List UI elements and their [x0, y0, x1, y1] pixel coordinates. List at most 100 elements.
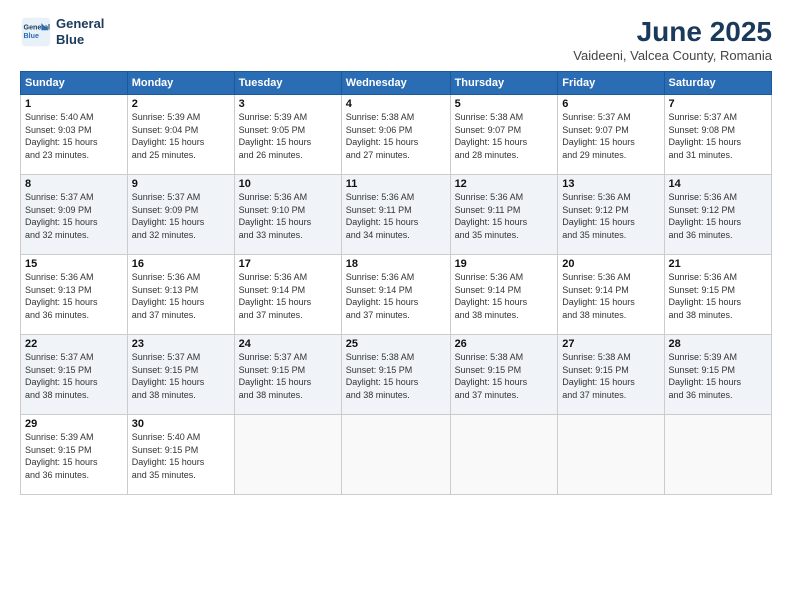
day-info: Sunrise: 5:40 AM Sunset: 9:03 PM Dayligh…	[25, 111, 123, 161]
day-info: Sunrise: 5:38 AM Sunset: 9:15 PM Dayligh…	[346, 351, 446, 401]
table-row: 7Sunrise: 5:37 AM Sunset: 9:08 PM Daylig…	[664, 95, 771, 175]
day-info: Sunrise: 5:37 AM Sunset: 9:09 PM Dayligh…	[25, 191, 123, 241]
table-row: 24Sunrise: 5:37 AM Sunset: 9:15 PM Dayli…	[234, 335, 341, 415]
day-info: Sunrise: 5:36 AM Sunset: 9:14 PM Dayligh…	[239, 271, 337, 321]
subtitle: Vaideeni, Valcea County, Romania	[573, 48, 772, 63]
day-number: 19	[455, 258, 554, 270]
table-row: 4Sunrise: 5:38 AM Sunset: 9:06 PM Daylig…	[341, 95, 450, 175]
table-row: 8Sunrise: 5:37 AM Sunset: 9:09 PM Daylig…	[21, 175, 128, 255]
table-row: 29Sunrise: 5:39 AM Sunset: 9:15 PM Dayli…	[21, 415, 128, 495]
day-info: Sunrise: 5:36 AM Sunset: 9:14 PM Dayligh…	[455, 271, 554, 321]
day-number: 25	[346, 338, 446, 350]
day-number: 1	[25, 98, 123, 110]
table-row: 21Sunrise: 5:36 AM Sunset: 9:15 PM Dayli…	[664, 255, 771, 335]
calendar-week-row: 8Sunrise: 5:37 AM Sunset: 9:09 PM Daylig…	[21, 175, 772, 255]
day-number: 6	[562, 98, 659, 110]
weekday-header-row: Sunday Monday Tuesday Wednesday Thursday…	[21, 72, 772, 95]
day-info: Sunrise: 5:36 AM Sunset: 9:11 PM Dayligh…	[455, 191, 554, 241]
col-wednesday: Wednesday	[341, 72, 450, 95]
day-number: 22	[25, 338, 123, 350]
table-row: 13Sunrise: 5:36 AM Sunset: 9:12 PM Dayli…	[558, 175, 664, 255]
day-number: 12	[455, 178, 554, 190]
day-info: Sunrise: 5:40 AM Sunset: 9:15 PM Dayligh…	[132, 431, 230, 481]
day-number: 23	[132, 338, 230, 350]
table-row: 17Sunrise: 5:36 AM Sunset: 9:14 PM Dayli…	[234, 255, 341, 335]
day-info: Sunrise: 5:37 AM Sunset: 9:07 PM Dayligh…	[562, 111, 659, 161]
day-number: 26	[455, 338, 554, 350]
day-info: Sunrise: 5:38 AM Sunset: 9:07 PM Dayligh…	[455, 111, 554, 161]
col-thursday: Thursday	[450, 72, 558, 95]
day-info: Sunrise: 5:37 AM Sunset: 9:08 PM Dayligh…	[669, 111, 767, 161]
table-row: 11Sunrise: 5:36 AM Sunset: 9:11 PM Dayli…	[341, 175, 450, 255]
logo-text: General Blue	[56, 16, 104, 47]
header: General Blue General Blue June 2025 Vaid…	[20, 16, 772, 63]
day-number: 2	[132, 98, 230, 110]
day-number: 20	[562, 258, 659, 270]
svg-text:Blue: Blue	[24, 32, 39, 40]
table-row: 6Sunrise: 5:37 AM Sunset: 9:07 PM Daylig…	[558, 95, 664, 175]
day-info: Sunrise: 5:36 AM Sunset: 9:14 PM Dayligh…	[562, 271, 659, 321]
table-row: 19Sunrise: 5:36 AM Sunset: 9:14 PM Dayli…	[450, 255, 558, 335]
table-row: 28Sunrise: 5:39 AM Sunset: 9:15 PM Dayli…	[664, 335, 771, 415]
day-info: Sunrise: 5:37 AM Sunset: 9:15 PM Dayligh…	[239, 351, 337, 401]
logo: General Blue General Blue	[20, 16, 104, 48]
table-row	[558, 415, 664, 495]
day-info: Sunrise: 5:36 AM Sunset: 9:12 PM Dayligh…	[562, 191, 659, 241]
table-row: 14Sunrise: 5:36 AM Sunset: 9:12 PM Dayli…	[664, 175, 771, 255]
table-row: 10Sunrise: 5:36 AM Sunset: 9:10 PM Dayli…	[234, 175, 341, 255]
day-number: 3	[239, 98, 337, 110]
day-number: 13	[562, 178, 659, 190]
day-info: Sunrise: 5:36 AM Sunset: 9:10 PM Dayligh…	[239, 191, 337, 241]
day-info: Sunrise: 5:36 AM Sunset: 9:12 PM Dayligh…	[669, 191, 767, 241]
table-row: 2Sunrise: 5:39 AM Sunset: 9:04 PM Daylig…	[127, 95, 234, 175]
main-title: June 2025	[573, 16, 772, 48]
day-info: Sunrise: 5:38 AM Sunset: 9:15 PM Dayligh…	[455, 351, 554, 401]
table-row: 27Sunrise: 5:38 AM Sunset: 9:15 PM Dayli…	[558, 335, 664, 415]
calendar-table: Sunday Monday Tuesday Wednesday Thursday…	[20, 71, 772, 495]
day-number: 16	[132, 258, 230, 270]
table-row: 23Sunrise: 5:37 AM Sunset: 9:15 PM Dayli…	[127, 335, 234, 415]
day-number: 30	[132, 418, 230, 430]
day-number: 17	[239, 258, 337, 270]
col-friday: Friday	[558, 72, 664, 95]
day-info: Sunrise: 5:39 AM Sunset: 9:04 PM Dayligh…	[132, 111, 230, 161]
day-info: Sunrise: 5:37 AM Sunset: 9:09 PM Dayligh…	[132, 191, 230, 241]
calendar-week-row: 22 Sunrise: 5:37 AM Sunset: 9:15 PM Dayli…	[21, 335, 772, 415]
day-info: Sunrise: 5:36 AM Sunset: 9:15 PM Dayligh…	[669, 271, 767, 321]
day-info: Sunrise: 5:37 AM Sunset: 9:15 PM Dayligh…	[132, 351, 230, 401]
table-row: 22Sunrise: 5:37 AM Sunset: 9:15 PM Dayli…	[21, 335, 128, 415]
logo-icon: General Blue	[20, 16, 52, 48]
day-number: 7	[669, 98, 767, 110]
table-row: 25Sunrise: 5:38 AM Sunset: 9:15 PM Dayli…	[341, 335, 450, 415]
table-row: 5Sunrise: 5:38 AM Sunset: 9:07 PM Daylig…	[450, 95, 558, 175]
day-info: Sunrise: 5:36 AM Sunset: 9:11 PM Dayligh…	[346, 191, 446, 241]
day-number: 11	[346, 178, 446, 190]
day-number: 10	[239, 178, 337, 190]
day-number: 24	[239, 338, 337, 350]
day-number: 28	[669, 338, 767, 350]
table-row	[450, 415, 558, 495]
day-info: Sunrise: 5:39 AM Sunset: 9:05 PM Dayligh…	[239, 111, 337, 161]
calendar-week-row: 29Sunrise: 5:39 AM Sunset: 9:15 PM Dayli…	[21, 415, 772, 495]
calendar-week-row: 15Sunrise: 5:36 AM Sunset: 9:13 PM Dayli…	[21, 255, 772, 335]
table-row: 3Sunrise: 5:39 AM Sunset: 9:05 PM Daylig…	[234, 95, 341, 175]
day-info: Sunrise: 5:36 AM Sunset: 9:13 PM Dayligh…	[132, 271, 230, 321]
day-info: Sunrise: 5:39 AM Sunset: 9:15 PM Dayligh…	[669, 351, 767, 401]
day-number: 21	[669, 258, 767, 270]
day-info: Sunrise: 5:38 AM Sunset: 9:15 PM Dayligh…	[562, 351, 659, 401]
col-saturday: Saturday	[664, 72, 771, 95]
day-number: 18	[346, 258, 446, 270]
day-number: 14	[669, 178, 767, 190]
table-row: 18Sunrise: 5:36 AM Sunset: 9:14 PM Dayli…	[341, 255, 450, 335]
title-area: June 2025 Vaideeni, Valcea County, Roman…	[573, 16, 772, 63]
table-row: 1Sunrise: 5:40 AM Sunset: 9:03 PM Daylig…	[21, 95, 128, 175]
table-row: 12Sunrise: 5:36 AM Sunset: 9:11 PM Dayli…	[450, 175, 558, 255]
day-number: 9	[132, 178, 230, 190]
day-number: 8	[25, 178, 123, 190]
day-number: 4	[346, 98, 446, 110]
table-row: 20Sunrise: 5:36 AM Sunset: 9:14 PM Dayli…	[558, 255, 664, 335]
day-info: Sunrise: 5:36 AM Sunset: 9:14 PM Dayligh…	[346, 271, 446, 321]
col-sunday: Sunday	[21, 72, 128, 95]
table-row	[341, 415, 450, 495]
day-number: 27	[562, 338, 659, 350]
